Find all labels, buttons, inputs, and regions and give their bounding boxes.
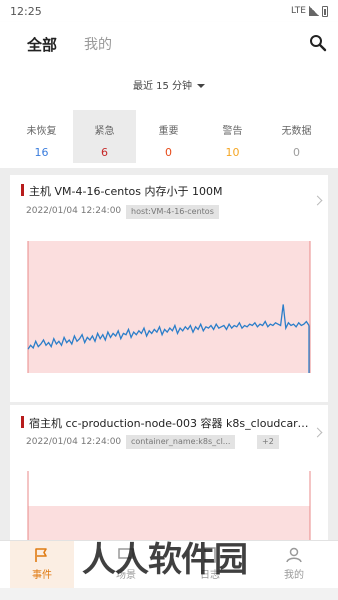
event-card[interactable]: 主机 VM-4-16-centos 内存小于 100M 2022/01/04 1… (10, 175, 328, 402)
nav-mine[interactable]: 我的 (262, 541, 326, 589)
summary-critical[interactable]: 紧急 6 (73, 110, 136, 163)
status-time: 12:25 (10, 4, 42, 18)
watermark: 人人软件园 (82, 540, 248, 580)
event-chart (27, 471, 311, 545)
summary-count: 10 (225, 146, 240, 159)
chart-area (28, 471, 310, 506)
status-indicators: LTE (291, 5, 328, 17)
summary-count: 6 (101, 146, 108, 159)
signal-icon (309, 6, 319, 16)
nav-events[interactable]: 事件 (10, 541, 74, 589)
event-card[interactable]: 宿主机 cc-production-node-003 容器 k8s_cloudc… (10, 405, 328, 545)
chevron-down-icon (197, 84, 206, 88)
summary-unrecovered[interactable]: 未恢复 16 (10, 110, 73, 163)
severity-summary: 未恢复 16 紧急 6 重要 0 警告 10 无数据 0 (0, 102, 338, 168)
flag-icon (35, 548, 47, 562)
summary-label: 警告 (222, 126, 243, 137)
summary-count: 16 (34, 146, 49, 159)
summary-important[interactable]: 重要 0 (137, 110, 200, 163)
summary-label: 重要 (158, 126, 179, 137)
event-chart (27, 241, 311, 373)
summary-count: 0 (293, 146, 300, 159)
search-icon[interactable] (309, 34, 327, 52)
tab-all[interactable]: 全部 (27, 34, 57, 55)
nav-label: 我的 (284, 570, 304, 581)
summary-label: 紧急 (94, 126, 115, 137)
system-nav-bar (0, 588, 338, 600)
summary-count: 0 (165, 146, 172, 159)
summary-label: 未恢复 (26, 126, 57, 137)
battery-icon (322, 5, 328, 17)
summary-label: 无数据 (281, 126, 312, 137)
user-icon (286, 547, 302, 563)
summary-warning[interactable]: 警告 10 (201, 110, 264, 163)
status-bar: 12:25 LTE (0, 0, 338, 22)
alert-region (28, 241, 310, 373)
nav-label: 事件 (32, 570, 52, 581)
summary-nodata[interactable]: 无数据 0 (265, 110, 328, 163)
tab-mine[interactable]: 我的 (84, 34, 112, 54)
time-range-label: 最近 15 分钟 (132, 81, 193, 92)
time-range-selector[interactable]: 最近 15 分钟 (0, 77, 338, 92)
network-type: LTE (291, 6, 306, 16)
app-header: 全部 我的 最近 15 分钟 (0, 22, 338, 102)
